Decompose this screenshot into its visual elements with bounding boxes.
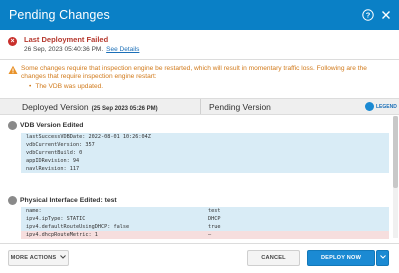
see-details-link[interactable]: See Details — [106, 46, 139, 53]
warning-list-item: The VDB was updated. — [29, 83, 103, 90]
error-date: 26 Sep, 2023 05:40:36 PM. — [24, 46, 104, 53]
diff-block: name: test ipv4.ipType: STATIC DHCP ipv4.d… — [21, 207, 389, 239]
more-actions-label: MORE ACTIONS — [10, 255, 57, 261]
collapse-toggle-icon[interactable] — [8, 196, 17, 205]
deployed-value: ipv4.ipType: STATIC — [26, 216, 86, 222]
diff-block: lastSuccessVDBDate: 2022-08-01 10:26:04Z… — [21, 133, 389, 173]
deployed-version-date: (25 Sep 2023 05:26 PM) — [91, 106, 158, 112]
deployed-value: ipv4.dhcpRouteMetric: 1 — [26, 232, 98, 238]
section-title: VDB Version Edited — [20, 122, 84, 129]
svg-text:?: ? — [366, 11, 371, 20]
column-separator — [200, 99, 201, 114]
pending-value: true — [208, 224, 221, 230]
deployed-value: appIDRevision: 94 — [26, 158, 80, 164]
more-actions-button[interactable]: MORE ACTIONS — [8, 250, 69, 266]
deployed-version-header: Deployed Version (25 Sep 2023 05:26 PM) — [22, 102, 158, 112]
warning-text: Some changes require that inspection eng… — [21, 65, 367, 81]
dialog-title-bar: Pending Changes ? — [0, 0, 399, 30]
deploy-now-button[interactable]: DEPLOY NOW — [307, 250, 375, 266]
deployed-value: name: — [26, 208, 42, 214]
pending-value: – — [208, 232, 212, 238]
restart-warning: Some changes require that inspection eng… — [0, 61, 399, 97]
deployed-value: lastSuccessVDBDate: 2022-08-01 10:26:04Z — [26, 134, 151, 140]
dialog-title: Pending Changes — [9, 8, 110, 22]
error-x-icon: × — [8, 37, 17, 46]
legend-button[interactable]: LEGEND — [365, 100, 399, 113]
deployed-value: navlRevision: 117 — [26, 166, 80, 172]
close-icon[interactable] — [380, 9, 392, 21]
diff-row: lastSuccessVDBDate: 2022-08-01 10:26:04Z — [21, 133, 389, 141]
divider — [0, 59, 399, 60]
diff-row: navlRevision: 117 — [21, 165, 389, 173]
section-title: Physical Interface Edited: test — [20, 197, 117, 204]
deployed-version-label: Deployed Version — [22, 102, 89, 112]
diff-row: vdbCurrentBuild: 0 — [21, 149, 389, 157]
diff-row: name: test — [21, 207, 389, 215]
pending-value: test — [208, 208, 221, 214]
pending-value: DHCP — [208, 216, 221, 222]
warning-triangle-icon — [8, 65, 18, 75]
last-deployment-error: × Last Deployment Failed 26 Sep, 2023 05… — [8, 35, 393, 55]
changes-diff-area[interactable]: VDB Version Edited lastSuccessVDBDate: 2… — [0, 115, 391, 243]
version-column-header: Deployed Version (25 Sep 2023 05:26 PM) P… — [0, 98, 399, 115]
deploy-options-dropdown[interactable] — [376, 250, 389, 266]
info-icon — [365, 102, 374, 111]
error-date-line: 26 Sep, 2023 05:40:36 PM. See Details — [24, 46, 139, 53]
chevron-down-icon — [60, 255, 67, 261]
deployed-value: vdbCurrentVersion: 357 — [26, 142, 95, 148]
scrollbar-thumb[interactable] — [393, 116, 398, 188]
cancel-button[interactable]: CANCEL — [247, 250, 300, 266]
deployed-value: vdbCurrentBuild: 0 — [26, 150, 83, 156]
pending-version-header: Pending Version — [209, 102, 271, 112]
diff-row: appIDRevision: 94 — [21, 157, 389, 165]
diff-row: vdbCurrentVersion: 357 — [21, 141, 389, 149]
chevron-down-icon — [379, 255, 386, 261]
diff-row: ipv4.ipType: STATIC DHCP — [21, 215, 389, 223]
scrollbar[interactable] — [393, 116, 398, 238]
collapse-toggle-icon[interactable] — [8, 121, 17, 130]
legend-label: LEGEND — [376, 104, 397, 110]
dialog-footer: MORE ACTIONS CANCEL DEPLOY NOW — [0, 243, 399, 273]
question-circle-icon[interactable]: ? — [362, 9, 374, 21]
diff-row: ipv4.defaultRouteUsingDHCP: false true — [21, 223, 389, 231]
diff-row-removed: ipv4.dhcpRouteMetric: 1 – — [21, 231, 389, 239]
error-title: Last Deployment Failed — [24, 35, 109, 44]
deployed-value: ipv4.defaultRouteUsingDHCP: false — [26, 224, 130, 230]
